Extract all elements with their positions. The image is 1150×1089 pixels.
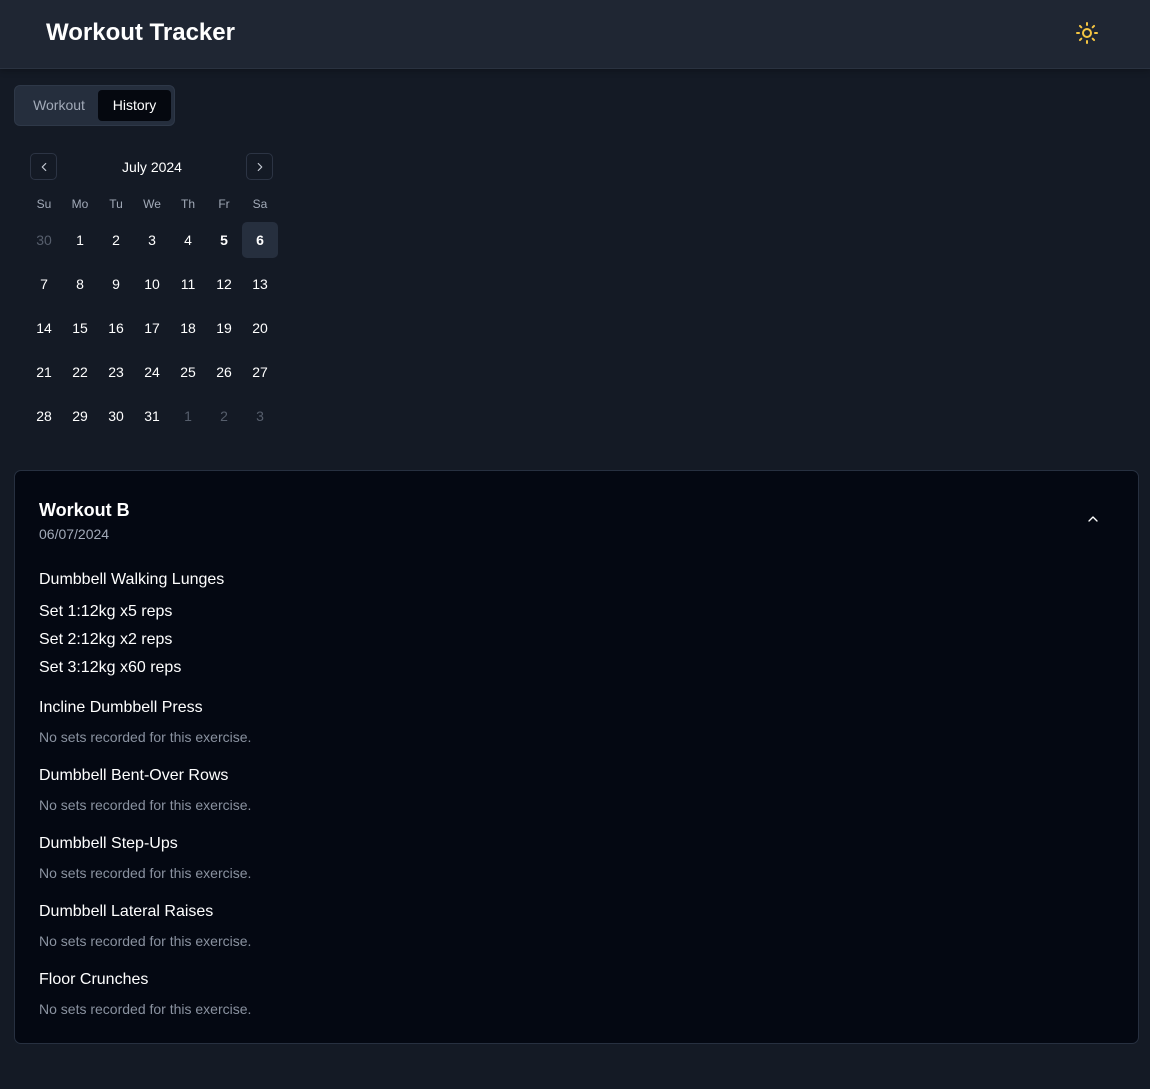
calendar-day[interactable]: 31 bbox=[134, 398, 170, 434]
calendar-month-label: July 2024 bbox=[122, 159, 182, 175]
weekday-label: We bbox=[143, 197, 161, 211]
calendar-day[interactable]: 4 bbox=[170, 222, 206, 258]
exercise-name: Dumbbell Walking Lunges bbox=[39, 571, 225, 588]
calendar-day[interactable]: 19 bbox=[206, 310, 242, 346]
no-sets-message: No sets recorded for this exercise. bbox=[39, 865, 252, 881]
calendar-day[interactable]: 30 bbox=[98, 398, 134, 434]
calendar-day[interactable]: 11 bbox=[170, 266, 206, 302]
app-header: Workout Tracker bbox=[0, 0, 1150, 69]
calendar-day[interactable]: 15 bbox=[62, 310, 98, 346]
calendar-day[interactable]: 18 bbox=[170, 310, 206, 346]
calendar-day[interactable]: 27 bbox=[242, 354, 278, 390]
workout-title: Workout B bbox=[39, 500, 130, 520]
workout-card: Workout B 06/07/2024 Dumbbell Walking Lu… bbox=[14, 470, 1139, 1044]
exercise-name: Dumbbell Lateral Raises bbox=[39, 903, 214, 920]
tab-history[interactable]: History bbox=[98, 90, 171, 121]
no-sets-message: No sets recorded for this exercise. bbox=[39, 1001, 252, 1017]
calendar-day[interactable]: 25 bbox=[170, 354, 206, 390]
calendar-day[interactable]: 3 bbox=[134, 222, 170, 258]
calendar-day[interactable]: 17 bbox=[134, 310, 170, 346]
set-entry: Set 2:12kg x2 reps bbox=[39, 631, 173, 648]
no-sets-message: No sets recorded for this exercise. bbox=[39, 729, 252, 745]
exercise-name: Floor Crunches bbox=[39, 971, 149, 988]
calendar-day[interactable]: 23 bbox=[98, 354, 134, 390]
exercise-name: Incline Dumbbell Press bbox=[39, 699, 203, 716]
calendar-day[interactable]: 28 bbox=[26, 398, 62, 434]
app-title: Workout Tracker bbox=[46, 19, 235, 46]
calendar-day[interactable]: 22 bbox=[62, 354, 98, 390]
calendar-day[interactable]: 10 bbox=[134, 266, 170, 302]
chevron-right-icon bbox=[257, 162, 262, 171]
view-tabs: Workout History bbox=[14, 85, 175, 126]
no-sets-message: No sets recorded for this exercise. bbox=[39, 933, 252, 949]
collapse-workout-button[interactable] bbox=[1081, 507, 1105, 531]
weekday-header: Su Mo Tu We Th Fr Sa bbox=[26, 196, 278, 212]
calendar-day[interactable]: 21 bbox=[26, 354, 62, 390]
calendar-day[interactable]: 29 bbox=[62, 398, 98, 434]
sun-icon bbox=[1076, 22, 1098, 44]
calendar-day-outside[interactable]: 2 bbox=[206, 398, 242, 434]
weekday-label: Su bbox=[36, 197, 52, 211]
exercise-name: Dumbbell Bent-Over Rows bbox=[39, 767, 229, 784]
calendar-day[interactable]: 12 bbox=[206, 266, 242, 302]
weekday-label: Tu bbox=[109, 197, 123, 211]
weekday-label: Fr bbox=[218, 197, 230, 211]
chevron-left-icon bbox=[41, 162, 46, 171]
calendar-day-selected[interactable]: 6 bbox=[242, 222, 278, 258]
calendar-day-outside[interactable]: 1 bbox=[170, 398, 206, 434]
workout-date: 06/07/2024 bbox=[39, 526, 110, 542]
weekday-label: Mo bbox=[71, 197, 89, 211]
calendar-day[interactable]: 20 bbox=[242, 310, 278, 346]
calendar-day[interactable]: 9 bbox=[98, 266, 134, 302]
exercise-name: Dumbbell Step-Ups bbox=[39, 835, 178, 852]
calendar-day[interactable]: 24 bbox=[134, 354, 170, 390]
calendar-day[interactable]: 7 bbox=[26, 266, 62, 302]
chevron-up-icon bbox=[1088, 516, 1098, 522]
no-sets-message: No sets recorded for this exercise. bbox=[39, 797, 252, 813]
next-month-button[interactable] bbox=[246, 153, 273, 180]
weekday-label: Sa bbox=[252, 197, 268, 211]
tab-workout[interactable]: Workout bbox=[21, 90, 97, 121]
calendar-day[interactable]: 13 bbox=[242, 266, 278, 302]
calendar-day[interactable]: 2 bbox=[98, 222, 134, 258]
calendar-day[interactable]: 26 bbox=[206, 354, 242, 390]
calendar-day-outside[interactable]: 3 bbox=[242, 398, 278, 434]
set-entry: Set 1:12kg x5 reps bbox=[39, 603, 173, 620]
calendar-day[interactable]: 16 bbox=[98, 310, 134, 346]
calendar-day[interactable]: 8 bbox=[62, 266, 98, 302]
calendar-day[interactable]: 5 bbox=[206, 222, 242, 258]
calendar-day-outside[interactable]: 30 bbox=[26, 222, 62, 258]
set-entry: Set 3:12kg x60 reps bbox=[39, 659, 182, 676]
previous-month-button[interactable] bbox=[30, 153, 57, 180]
calendar-days-grid: 30 1 2 3 4 5 6 7 8 9 10 11 12 13 14 15 16 17 18 19 20 21 22 23 2… bbox=[26, 222, 278, 434]
weekday-label: Th bbox=[180, 197, 195, 211]
calendar-day[interactable]: 1 bbox=[62, 222, 98, 258]
calendar-day[interactable]: 14 bbox=[26, 310, 62, 346]
theme-toggle-button[interactable] bbox=[1070, 16, 1104, 50]
